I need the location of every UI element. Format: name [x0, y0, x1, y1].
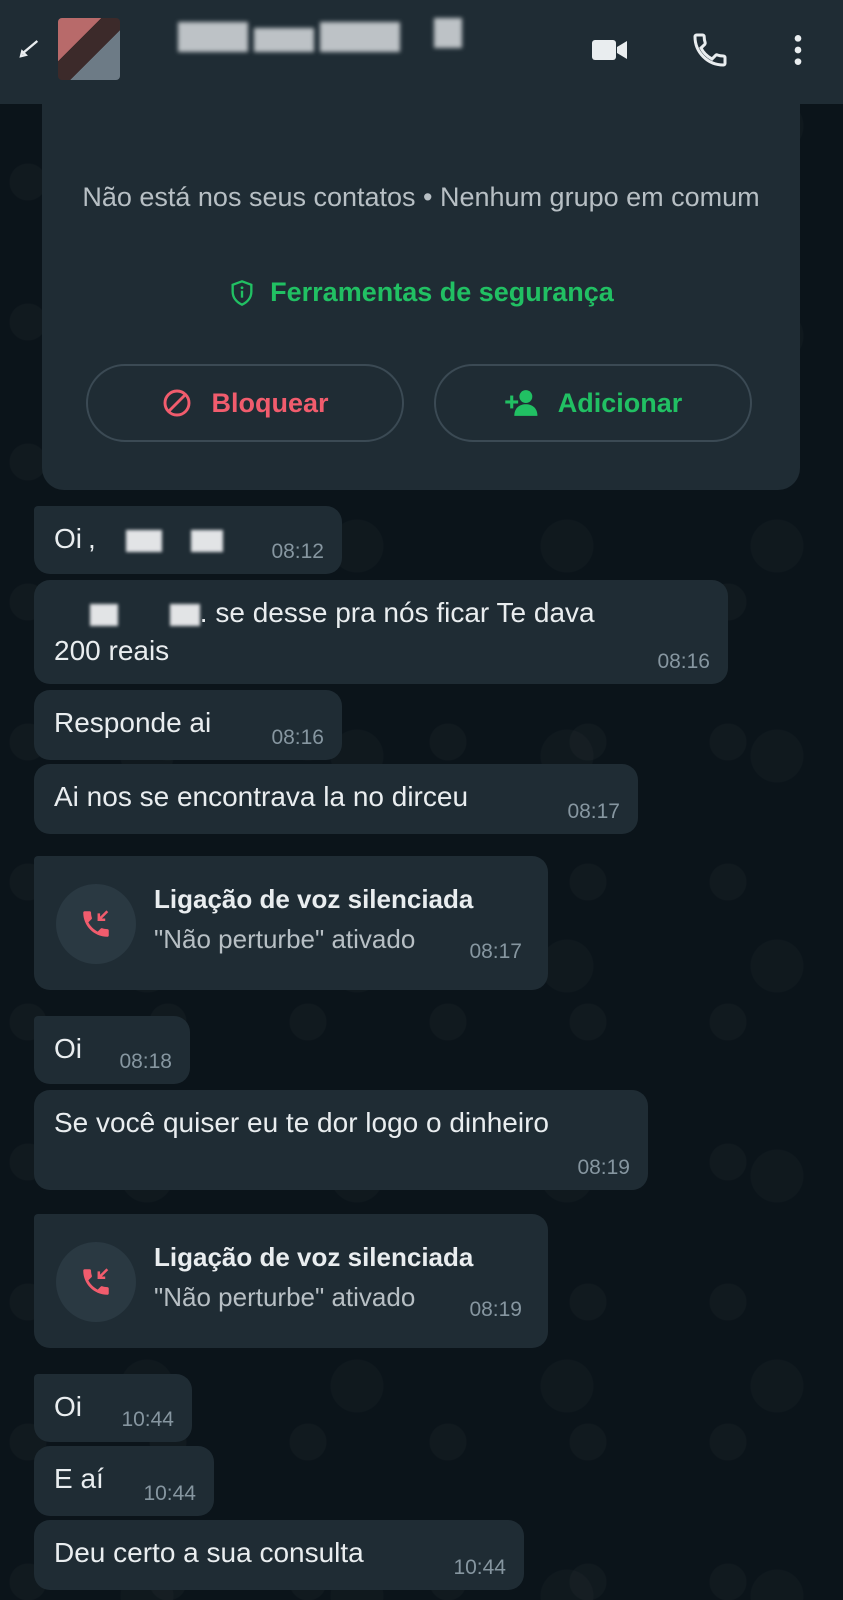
block-label: Bloquear — [211, 387, 329, 418]
message-bubble[interactable]: Deu certo a sua consulta 10:44 — [34, 1520, 524, 1590]
message-time: 08:16 — [657, 650, 710, 673]
safety-tools-link[interactable]: Ferramentas de segurança — [42, 277, 800, 308]
message-bubble[interactable]: Ai nos se encontrava la no dirceu 08:17 — [34, 764, 638, 834]
add-person-icon — [505, 390, 538, 416]
message-bubble[interactable]: Oi 08:18 — [34, 1016, 190, 1084]
back-arrow-icon[interactable] — [14, 34, 42, 62]
safety-tools-label: Ferramentas de segurança — [270, 277, 614, 307]
message-text: Ai nos se encontrava la no dirceu — [54, 781, 469, 812]
unknown-contact-card: Não está nos seus contatos • Nenhum grup… — [42, 104, 800, 490]
chat-header — [0, 0, 843, 104]
add-label: Adicionar — [557, 387, 683, 418]
message-time: 08:17 — [567, 800, 620, 823]
message-text: Se você quiser eu te dor logo o dinheiro — [54, 1107, 549, 1138]
message-bubble[interactable]: Se você quiser eu te dor logo o dinheiro… — [34, 1090, 648, 1190]
message-text: Oi, — [54, 520, 224, 558]
avatar[interactable] — [58, 18, 120, 80]
video-camera-icon[interactable] — [590, 30, 630, 70]
shield-icon — [231, 279, 253, 306]
silenced-call-message[interactable]: Ligação de voz silenciada "Não perturbe"… — [34, 856, 548, 990]
message-time: 08:19 — [469, 1298, 522, 1321]
silenced-call-icon — [83, 1268, 109, 1295]
message-bubble[interactable]: . se desse pra nós ficar Te dava 200 rea… — [34, 580, 728, 684]
message-text: E aí — [54, 1463, 104, 1494]
message-time: 08:18 — [119, 1050, 172, 1073]
message-text: . se desse pra nós ficar Te dava 200 rea… — [54, 597, 595, 666]
call-subtitle: "Não perturbe" ativado — [154, 1282, 416, 1312]
call-title: Ligação de voz silenciada — [154, 884, 474, 914]
block-icon — [164, 389, 191, 417]
not-in-contacts-text: Não está nos seus contatos • Nenhum grup… — [82, 182, 760, 212]
message-text: Responde ai — [54, 707, 212, 738]
message-time: 10:44 — [121, 1408, 174, 1431]
message-bubble[interactable]: E aí 10:44 — [34, 1446, 214, 1516]
silenced-call-message[interactable]: Ligação de voz silenciada "Não perturbe"… — [34, 1214, 548, 1348]
message-text: Oi — [54, 1033, 82, 1064]
add-contact-button[interactable]: Adicionar — [434, 364, 752, 442]
silenced-call-icon — [83, 910, 109, 937]
message-time: 10:44 — [143, 1482, 196, 1505]
message-bubble[interactable]: Oi 10:44 — [34, 1374, 192, 1442]
contact-name-redacted[interactable] — [178, 18, 462, 52]
message-time: 08:17 — [469, 940, 522, 963]
phone-icon[interactable] — [690, 30, 730, 70]
missed-call-icon-circle — [56, 884, 136, 964]
message-bubble[interactable]: Responde ai 08:16 — [34, 690, 342, 760]
message-time: 08:16 — [271, 726, 324, 749]
message-time: 08:19 — [577, 1156, 630, 1179]
call-title: Ligação de voz silenciada — [154, 1242, 474, 1272]
message-time: 08:12 — [271, 540, 324, 563]
block-button[interactable]: Bloquear — [86, 364, 404, 442]
call-subtitle: "Não perturbe" ativado — [154, 924, 416, 954]
message-time: 10:44 — [453, 1556, 506, 1579]
message-bubble[interactable]: Oi, 08:12 — [34, 506, 342, 574]
more-vertical-icon[interactable] — [778, 30, 818, 70]
message-text: Oi — [54, 1391, 82, 1422]
message-text: Deu certo a sua consulta — [54, 1537, 364, 1568]
missed-call-icon-circle — [56, 1242, 136, 1322]
